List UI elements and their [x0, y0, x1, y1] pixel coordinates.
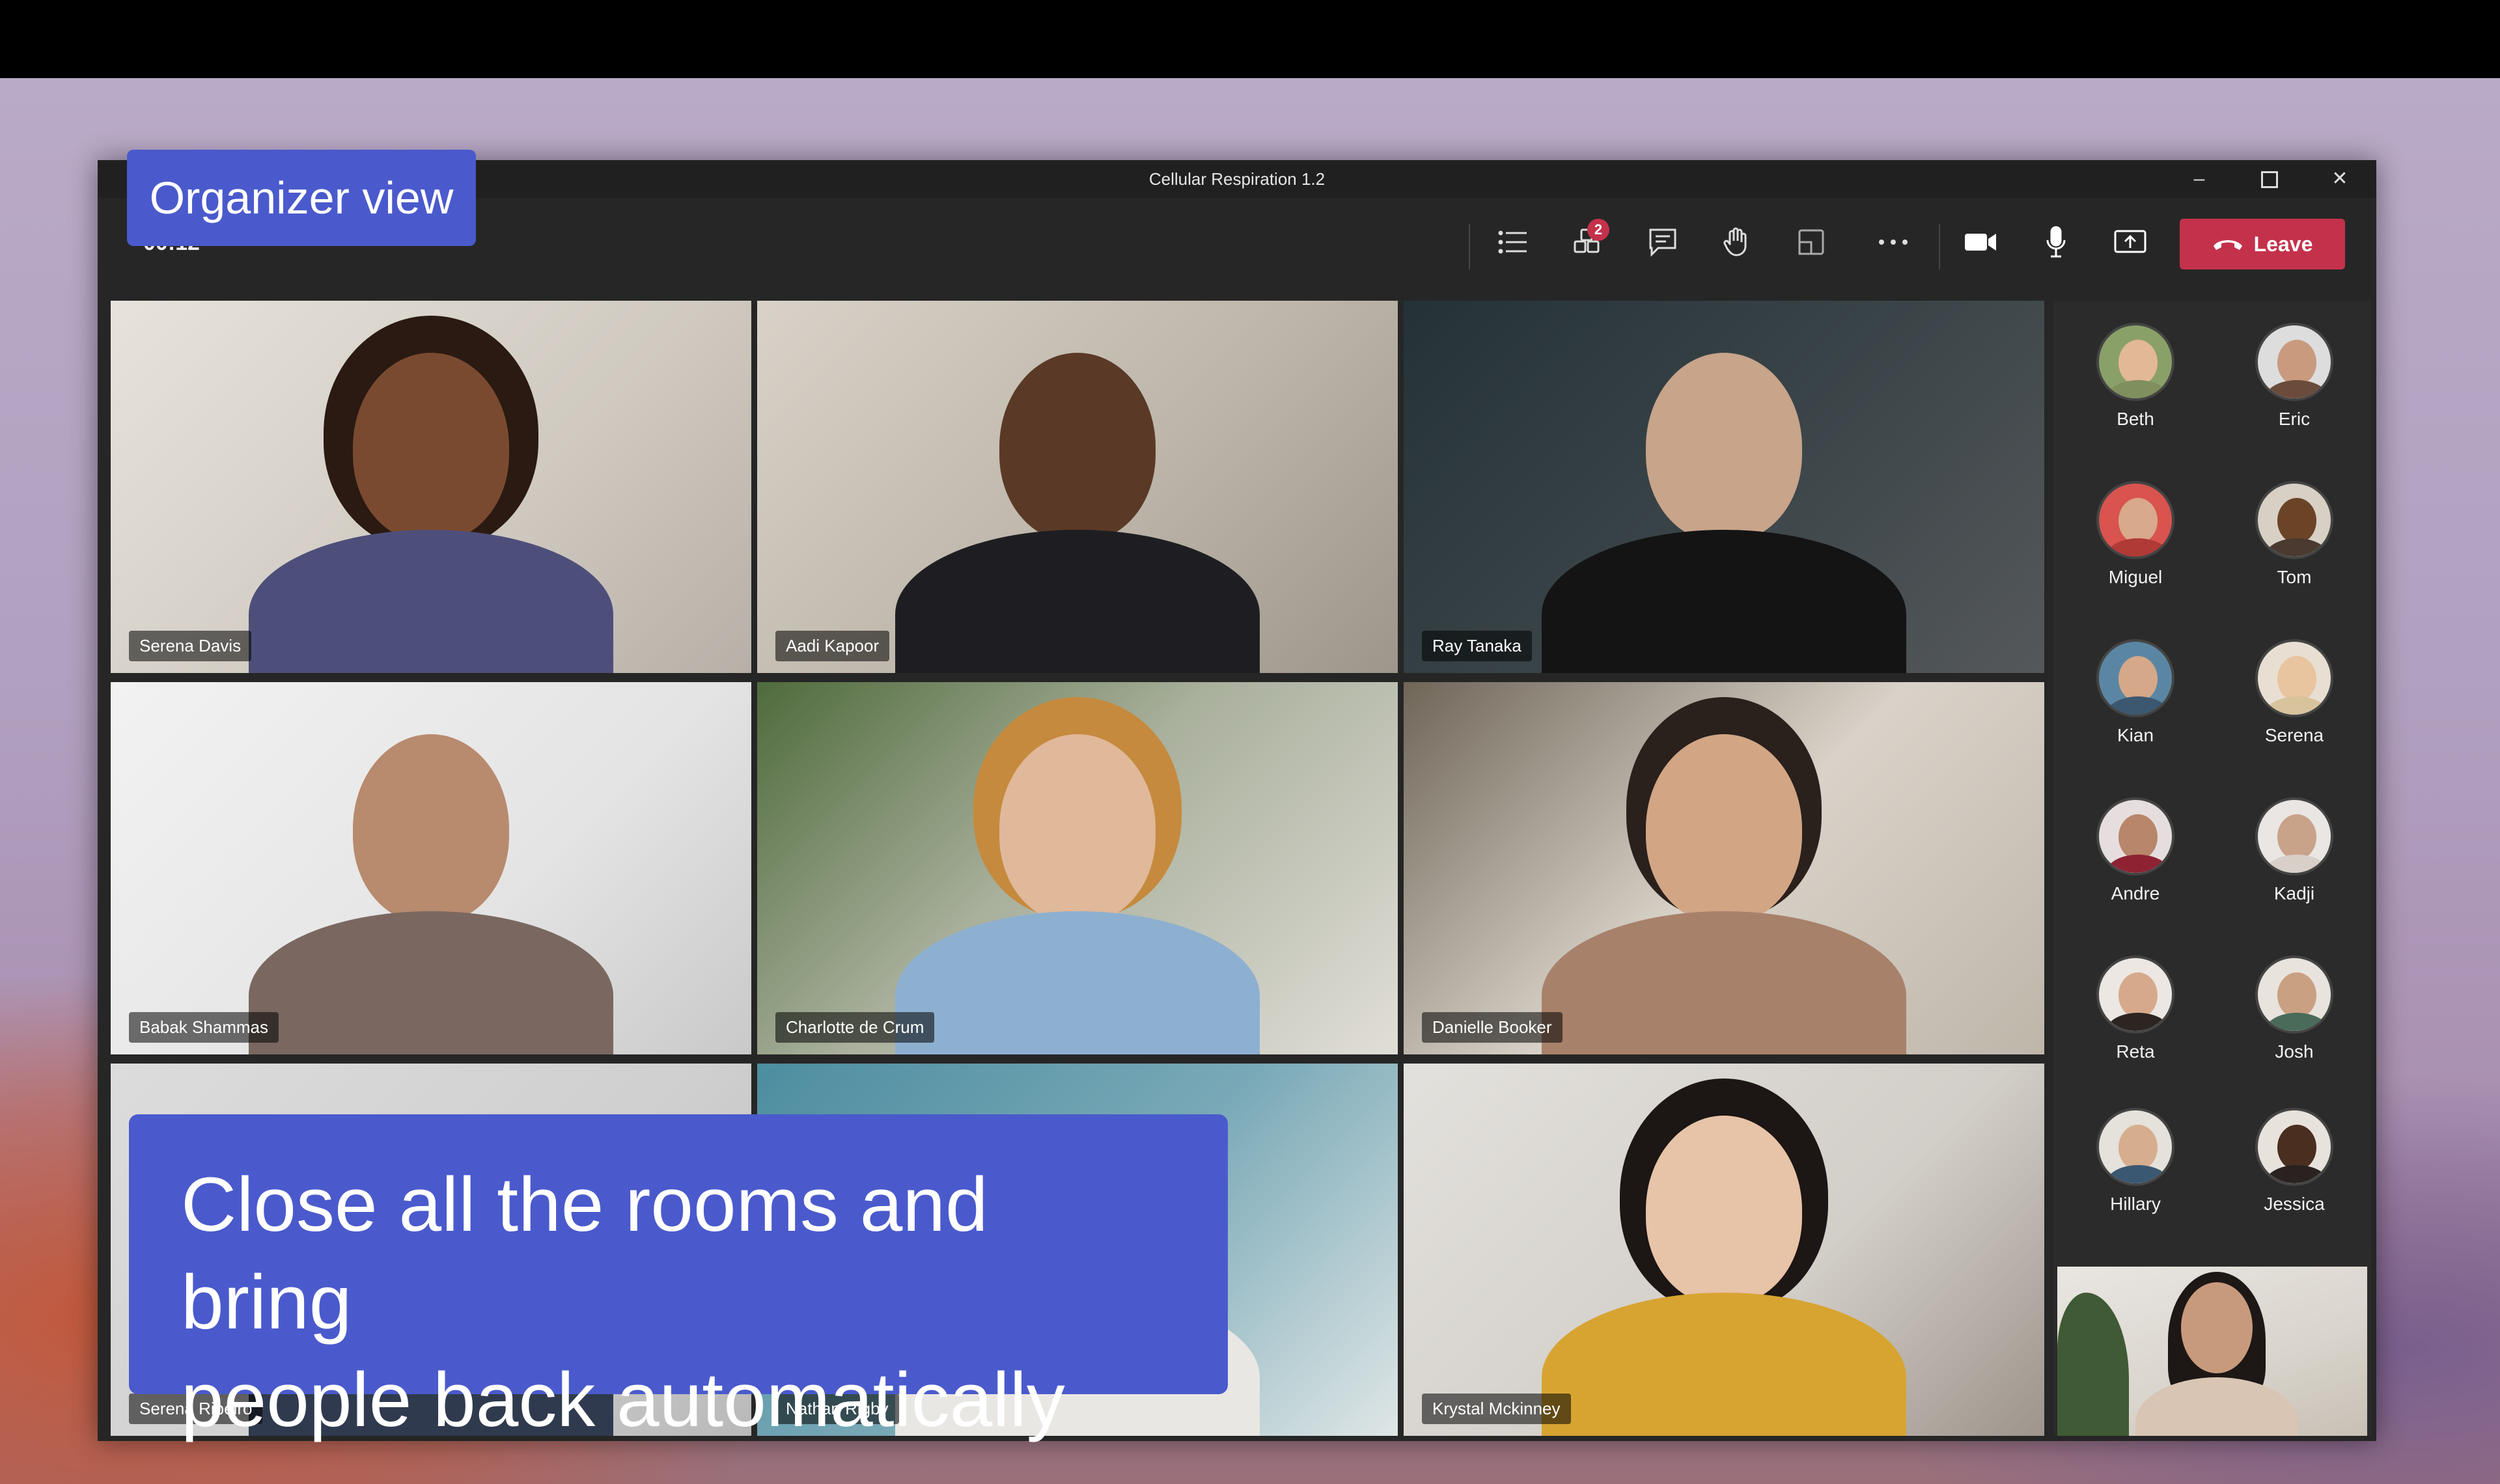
- share-screen-button[interactable]: [2107, 219, 2154, 266]
- avatar: [2255, 323, 2333, 401]
- self-view-plant: [2057, 1293, 2129, 1436]
- self-view-video[interactable]: [2057, 1267, 2367, 1436]
- roster-person-name: Miguel: [2108, 567, 2163, 587]
- caption-banner: Close all the rooms and bring people bac…: [129, 1114, 1228, 1443]
- microphone-button[interactable]: [2033, 219, 2079, 266]
- avatar: [2096, 955, 2174, 1034]
- more-options-button[interactable]: [1870, 219, 1917, 266]
- roster-person-name: Kian: [2117, 725, 2154, 745]
- roster-person-name: Eric: [2278, 409, 2311, 429]
- video-tile[interactable]: Krystal Mckinney: [1404, 1064, 2044, 1436]
- roster-person[interactable]: Andre: [2070, 797, 2201, 904]
- leave-button[interactable]: Leave: [2180, 219, 2345, 269]
- roster-person-name: Serena: [2264, 725, 2324, 745]
- video-tile[interactable]: Ray Tanaka: [1404, 301, 2044, 673]
- top-black-bar: [0, 0, 2500, 78]
- chat-button[interactable]: [1639, 219, 1686, 266]
- caption-line: people back automatically: [181, 1357, 1065, 1443]
- video-tile[interactable]: Danielle Booker: [1404, 682, 2044, 1054]
- avatar: [2096, 1108, 2174, 1186]
- avatar: [2096, 639, 2174, 717]
- video-tile[interactable]: Serena Davis: [111, 301, 751, 673]
- participant-face: [1646, 353, 1802, 542]
- camera-button[interactable]: [1957, 219, 2004, 266]
- participant-face: [999, 353, 1156, 542]
- share-tray-button[interactable]: [1788, 219, 1835, 266]
- avatar: [2255, 955, 2333, 1034]
- roster-person[interactable]: Kadji: [2229, 797, 2359, 904]
- organizer-view-label: Organizer view: [127, 150, 476, 246]
- caption-line: Close all the rooms and bring: [181, 1162, 988, 1345]
- roster-person-name: Tom: [2277, 567, 2312, 587]
- roster-person[interactable]: Hillary: [2070, 1108, 2201, 1215]
- self-view-face: [2181, 1282, 2253, 1373]
- breakout-rooms-button[interactable]: 2: [1564, 219, 1611, 266]
- participant-face: [1646, 1116, 1802, 1305]
- video-tile[interactable]: Aadi Kapoor: [757, 301, 1398, 673]
- roster-person[interactable]: Reta: [2070, 955, 2201, 1062]
- roster-person[interactable]: Eric: [2229, 323, 2359, 430]
- participant-name-tag: Aadi Kapoor: [775, 631, 890, 661]
- participant-name-tag: Charlotte de Crum: [775, 1012, 935, 1043]
- raise-hand-button[interactable]: [1714, 219, 1760, 266]
- roster-person[interactable]: Kian: [2070, 639, 2201, 746]
- avatar: [2255, 797, 2333, 875]
- participants-list-button[interactable]: [1490, 219, 1536, 266]
- roster-person[interactable]: Tom: [2229, 481, 2359, 588]
- avatar: [2255, 481, 2333, 559]
- participant-name-tag: Serena Davis: [129, 631, 252, 661]
- share-screen-icon: [2114, 230, 2146, 253]
- hang-up-icon: [2213, 240, 2242, 250]
- roster-person[interactable]: Beth: [2070, 323, 2201, 430]
- roster-person-name: Jessica: [2264, 1194, 2325, 1214]
- avatar: [2255, 1108, 2333, 1186]
- participant-face: [353, 353, 509, 542]
- avatar: [2096, 481, 2174, 559]
- breakout-rooms-badge: 2: [1587, 219, 1609, 241]
- participant-name-tag: Krystal Mckinney: [1422, 1394, 1571, 1424]
- toolbar-divider: [1469, 224, 1470, 269]
- close-button[interactable]: ✕: [2320, 164, 2359, 194]
- share-tray-icon: [1798, 229, 1824, 255]
- roster-person[interactable]: Jessica: [2229, 1108, 2359, 1215]
- microphone-icon: [2046, 226, 2066, 258]
- participant-face: [1646, 734, 1802, 924]
- maximize-icon: [2261, 171, 2278, 189]
- participant-name-tag: Babak Shammas: [129, 1012, 279, 1043]
- chat-icon: [1649, 228, 1676, 257]
- more-options-icon: [1879, 240, 1908, 245]
- video-tile[interactable]: Babak Shammas: [111, 682, 751, 1054]
- minimize-button[interactable]: –: [2180, 164, 2219, 194]
- video-tile[interactable]: Charlotte de Crum: [757, 682, 1398, 1054]
- roster-person[interactable]: Serena: [2229, 639, 2359, 746]
- roster-person[interactable]: Josh: [2229, 955, 2359, 1062]
- participant-roster: Beth Eric Miguel Tom Kian Serena Andre K…: [2053, 301, 2371, 1436]
- maximize-button[interactable]: [2250, 164, 2289, 194]
- leave-label: Leave: [2253, 232, 2313, 256]
- roster-person-name: Kadji: [2273, 883, 2315, 903]
- roster-person[interactable]: Miguel: [2070, 481, 2201, 588]
- avatar: [2255, 639, 2333, 717]
- avatar: [2096, 323, 2174, 401]
- self-view-body: [2135, 1377, 2298, 1436]
- participant-name-tag: Ray Tanaka: [1422, 631, 1532, 661]
- avatar: [2096, 797, 2174, 875]
- participants-list-icon: [1498, 230, 1527, 254]
- roster-person-name: Reta: [2116, 1041, 2155, 1062]
- participant-face: [999, 734, 1156, 924]
- roster-person-name: Hillary: [2110, 1194, 2161, 1214]
- camera-icon: [1965, 234, 1996, 251]
- roster-person-name: Andre: [2111, 883, 2160, 903]
- roster-person-name: Josh: [2275, 1041, 2314, 1062]
- toolbar-divider: [1939, 224, 1940, 269]
- roster-person-name: Beth: [2117, 409, 2154, 429]
- raise-hand-icon: [1723, 227, 1747, 256]
- participant-face: [353, 734, 509, 924]
- participant-name-tag: Danielle Booker: [1422, 1012, 1562, 1043]
